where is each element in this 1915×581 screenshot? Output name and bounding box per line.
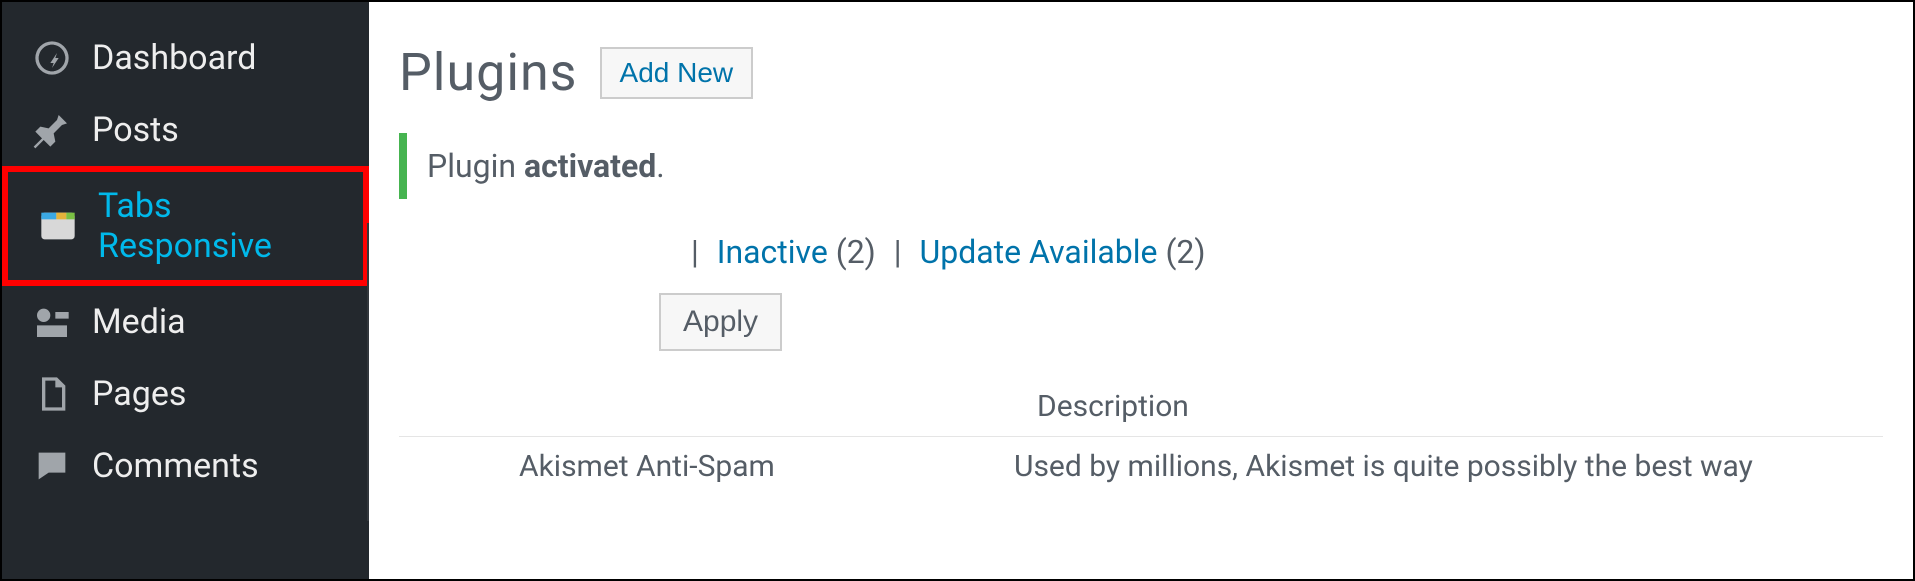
tabs-icon	[36, 204, 80, 248]
comments-icon	[30, 444, 74, 488]
plugin-filter-links: | Inactive (2) | Update Available (2)	[399, 233, 1883, 271]
plugins-table-header: Description	[399, 377, 1883, 436]
sidebar-item-comments[interactable]: Comments	[2, 430, 369, 502]
notice-text-suffix: .	[656, 147, 664, 185]
admin-sidebar: Dashboard Posts Tabs Responsive Media Pa…	[2, 2, 369, 579]
bulk-actions-row: Apply	[399, 293, 1883, 351]
sidebar-item-label: Pages	[92, 374, 186, 414]
sidebar-item-label: Dashboard	[92, 38, 256, 78]
table-row: Akismet Anti-Spam Used by millions, Akis…	[399, 436, 1883, 484]
filter-separator: |	[681, 233, 709, 271]
sidebar-item-dashboard[interactable]: Dashboard	[2, 22, 369, 94]
filter-separator: |	[884, 233, 912, 271]
apply-button[interactable]: Apply	[659, 293, 782, 351]
filter-inactive-count: (2)	[836, 233, 876, 271]
plugin-activated-notice: Plugin activated.	[399, 133, 1883, 199]
column-description: Description	[1037, 389, 1189, 424]
sidebar-item-tabs-responsive[interactable]: Tabs Responsive	[2, 166, 369, 286]
notice-text-strong: activated	[524, 147, 656, 185]
plugin-name[interactable]: Akismet Anti-Spam	[519, 449, 1014, 484]
add-new-button[interactable]: Add New	[600, 47, 754, 99]
filter-update-count: (2)	[1165, 233, 1205, 271]
sidebar-item-label: Comments	[92, 446, 259, 486]
sidebar-item-label: Tabs Responsive	[98, 186, 335, 266]
pages-icon	[30, 372, 74, 416]
plugin-description: Used by millions, Akismet is quite possi…	[1014, 449, 1883, 484]
sidebar-item-media[interactable]: Media	[2, 286, 369, 358]
filter-update-link[interactable]: Update Available	[920, 233, 1158, 271]
notice-text-prefix: Plugin	[427, 147, 524, 185]
page-title: Plugins	[399, 42, 578, 103]
dashboard-icon	[30, 36, 74, 80]
page-header: Plugins Add New	[399, 42, 1883, 103]
sidebar-item-posts[interactable]: Posts	[2, 94, 369, 166]
media-icon	[30, 300, 74, 344]
pin-icon	[30, 108, 74, 152]
filter-inactive-link[interactable]: Inactive	[717, 233, 828, 271]
main-content: Plugins Add New Plugin activated. | Inac…	[369, 2, 1913, 579]
sidebar-item-label: Media	[92, 302, 186, 342]
sidebar-item-label: Posts	[92, 110, 179, 150]
sidebar-item-pages[interactable]: Pages	[2, 358, 369, 430]
